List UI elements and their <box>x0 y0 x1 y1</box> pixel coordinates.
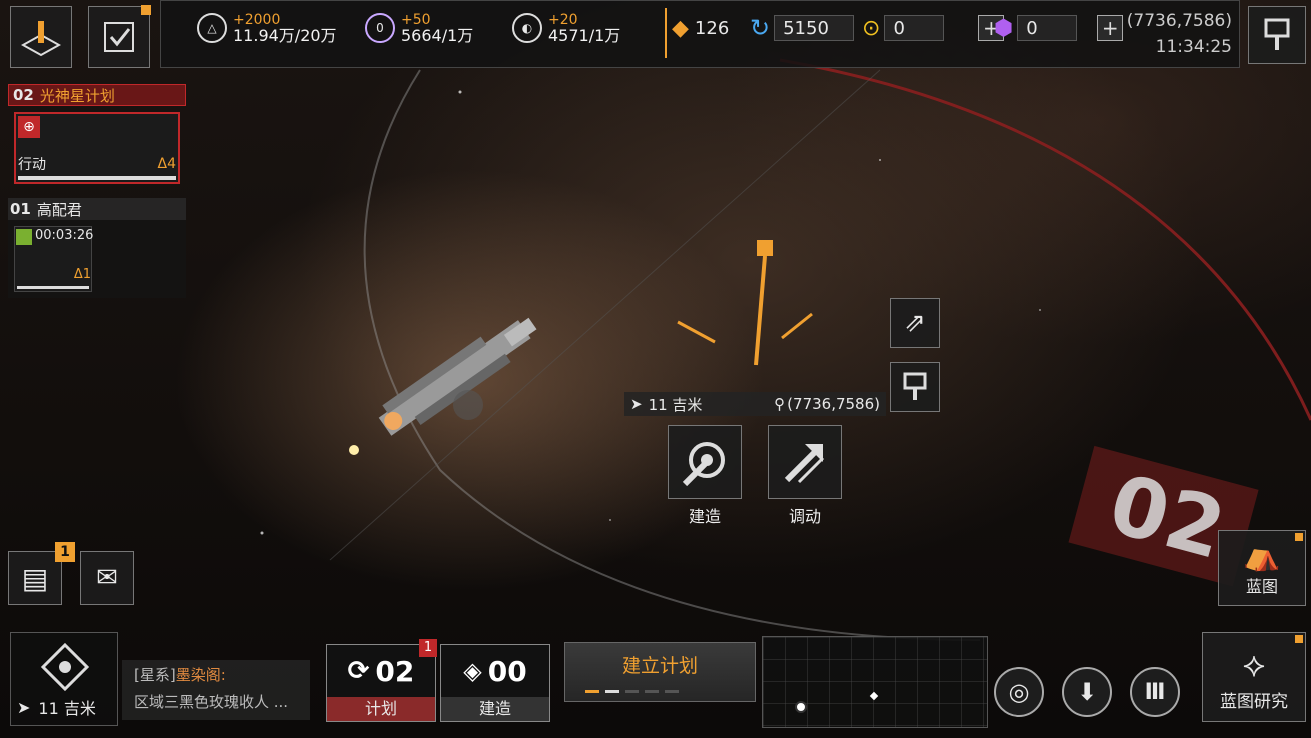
dispatch-action-button[interactable] <box>768 425 842 499</box>
upgrade-diamond-icon: ◆ <box>672 15 689 41</box>
dispatch-action-label: 调动 <box>788 507 821 526</box>
blueprint-icon: ⛺ <box>1243 538 1281 573</box>
collect-button[interactable]: ⬇ <box>1062 667 1112 717</box>
base-locator[interactable]: ➤ 11 吉米 <box>10 632 118 726</box>
minimap-target-dot <box>869 691 879 701</box>
notice-dot <box>1295 635 1303 643</box>
target-marker[interactable] <box>660 230 820 390</box>
nav-arrow-icon: ➤ <box>17 697 31 717</box>
triangle-ore-icon: △ <box>197 13 227 43</box>
plan-badge: 1 <box>419 639 437 657</box>
share-button[interactable]: ⇗ <box>890 298 940 348</box>
envelope-icon: ✉ <box>96 563 118 593</box>
research-circuit-icon: ⟡ <box>1242 644 1266 685</box>
plan-icon: ⟳ <box>347 656 370 686</box>
notes-badge: 1 <box>55 542 75 562</box>
share-icon: ⇗ <box>904 308 926 338</box>
chat-preview[interactable]: [星系]墨染阁: 区域三黑色玫瑰收人 ... <box>122 660 310 720</box>
galaxy-swirl-icon: ◎ <box>1008 678 1030 706</box>
fleet-progress-bar <box>18 176 176 180</box>
upgrade-currency[interactable]: ◆ 126 <box>672 14 729 42</box>
minimap-player-dot <box>795 701 807 713</box>
coords-clock: (7736,7586) 11:34:25 <box>1126 11 1232 57</box>
recycle-currency[interactable]: ↻ 5150 <box>750 14 855 42</box>
fleet-card-02[interactable]: 02 光神星计划 ⊕ 行动 Δ4 <box>8 84 186 188</box>
plan-progress-indicator <box>585 690 679 693</box>
base-build-button[interactable] <box>10 6 72 68</box>
resource-ore[interactable]: △ +2000 11.94万/20万 <box>197 6 337 50</box>
target-info-strip: ➤ 11 吉米 ⚲ (7736,7586) <box>624 392 886 416</box>
recycle-icon: ↻ <box>750 14 771 42</box>
target-icon: ⊕ <box>18 116 40 138</box>
bookmark-pin-icon <box>1264 18 1290 50</box>
fleet-card-01[interactable]: 01 高配君 00:03:26 Δ1 <box>8 198 186 298</box>
galaxy-button[interactable]: ◎ <box>994 667 1044 717</box>
fleet-progress-bar <box>17 286 89 289</box>
battleship-sprite[interactable] <box>340 290 560 470</box>
resource-crystal[interactable]: 0 +50 5664/1万 <box>365 6 473 50</box>
gold-currency[interactable]: ⊙ 0 + <box>862 14 1005 42</box>
build-diamond-icon: ◈ <box>463 657 482 685</box>
blueprint-button[interactable]: ⛺ 蓝图 <box>1218 530 1306 606</box>
download-arrow-icon: ⬇ <box>1076 678 1098 706</box>
tasks-badge <box>141 5 151 15</box>
divider <box>665 8 667 58</box>
document-icon: ▤ <box>21 561 49 595</box>
map-bookmark-button[interactable] <box>890 362 940 412</box>
timer-icon <box>16 229 32 245</box>
plan-tab[interactable]: ⟳ 02 计划 1 <box>326 639 437 722</box>
pin-icon: ⚲ <box>774 395 786 413</box>
mail-button[interactable]: ✉ <box>80 551 134 605</box>
nav-arrow-icon: ➤ <box>630 395 643 413</box>
bookmark-button[interactable] <box>1248 6 1306 64</box>
dispatch-arrow-icon <box>784 444 825 484</box>
resource-heavy-water[interactable]: ◐ +20 4571/1万 <box>512 6 620 50</box>
notes-button[interactable]: ▤ 1 <box>8 542 75 605</box>
build-tab[interactable]: ◈ 00 建造 <box>440 644 550 722</box>
alliance-button[interactable]: Ⅲ <box>1130 667 1180 717</box>
purple-gem-icon: ⬢ <box>994 15 1014 41</box>
base-icon <box>21 21 61 57</box>
tasks-button[interactable] <box>88 5 151 68</box>
crystal-icon: 0 <box>365 13 395 43</box>
blueprint-research-button[interactable]: ⟡ 蓝图研究 <box>1202 632 1306 722</box>
notice-dot <box>1295 533 1303 541</box>
build-action-label: 建造 <box>688 507 721 526</box>
gold-coin-icon: ⊙ <box>862 15 881 41</box>
alliance-bars-icon: Ⅲ <box>1144 679 1166 705</box>
wrench-gear-icon <box>682 442 725 487</box>
bookmark-pin-icon <box>903 372 927 400</box>
base-locate-icon <box>40 642 90 692</box>
heavy-water-icon: ◐ <box>512 13 542 43</box>
purple-currency[interactable]: ⬢ 0 + <box>994 14 1124 42</box>
build-action-button[interactable] <box>668 425 742 499</box>
minimap[interactable] <box>762 636 988 728</box>
task-check-icon <box>104 22 134 52</box>
establish-plan-button[interactable]: 建立计划 <box>564 642 756 702</box>
